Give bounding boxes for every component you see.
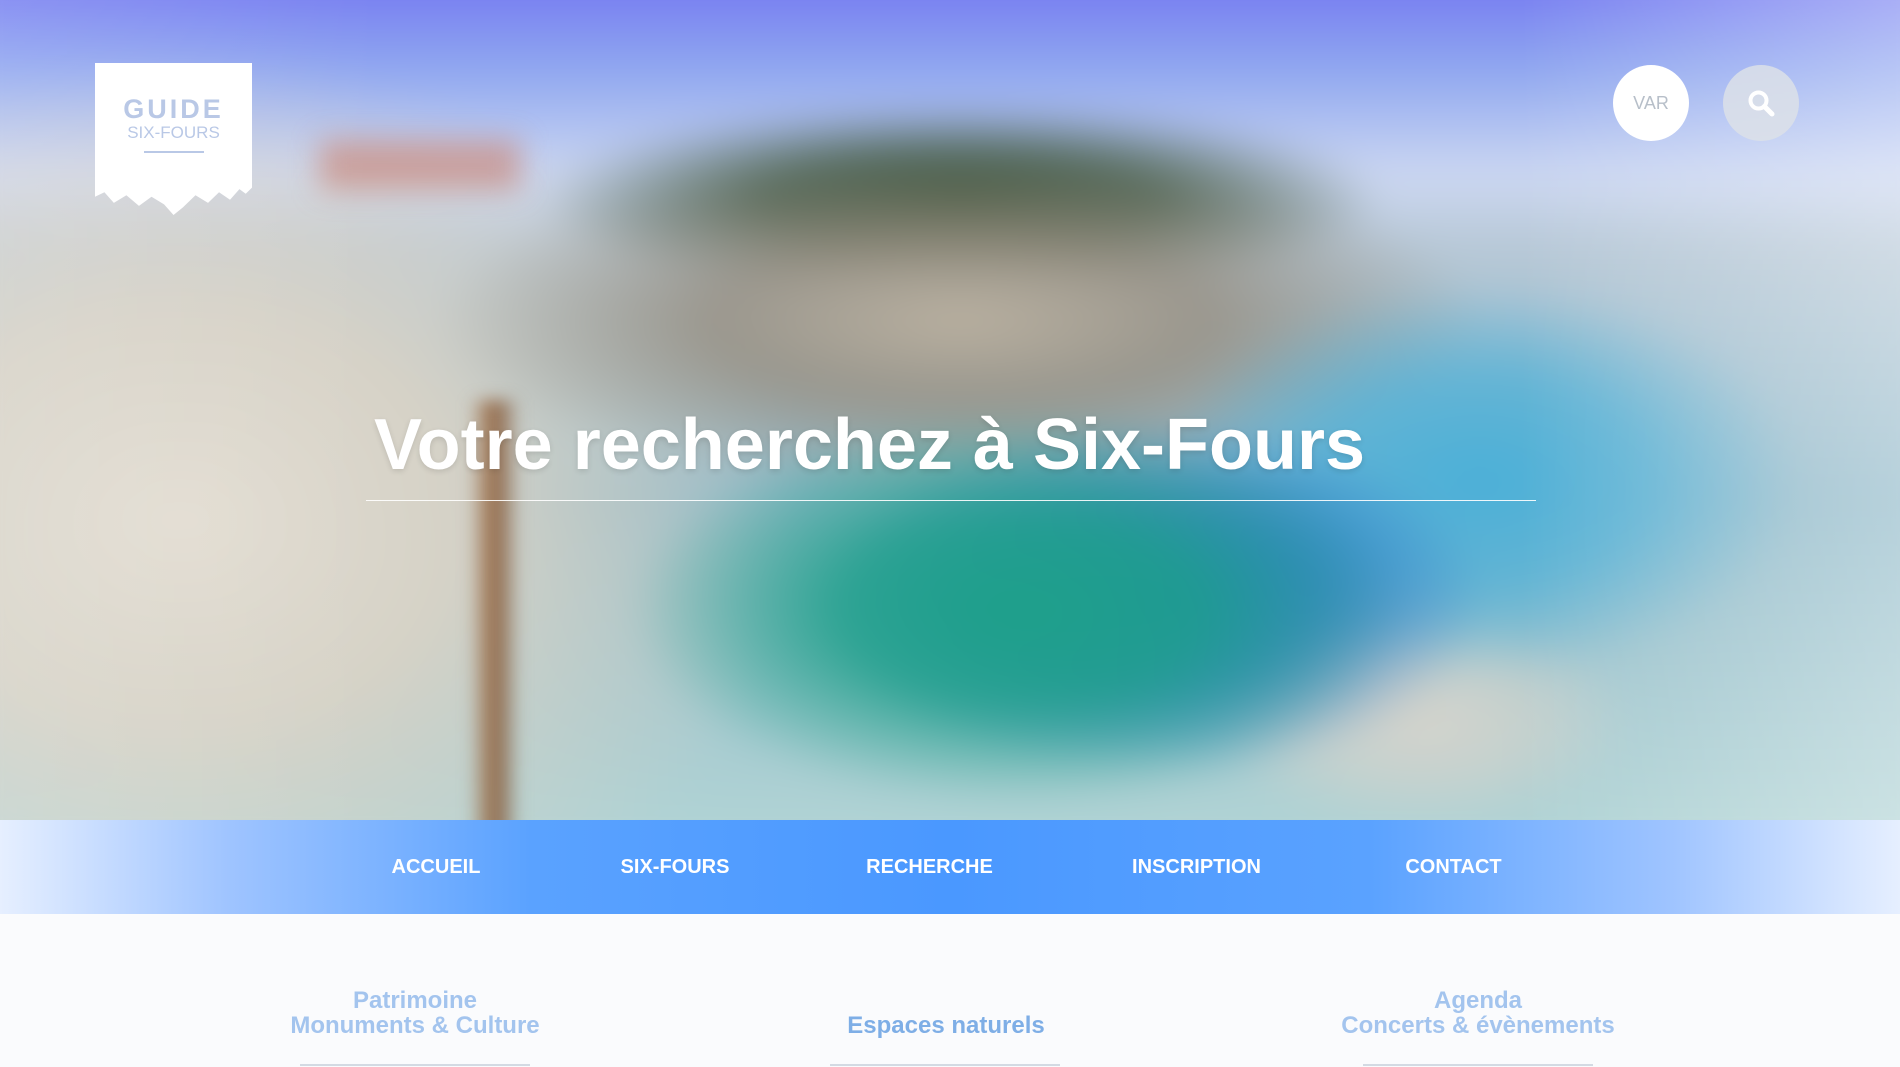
category-agenda[interactable]: Agenda Concerts & évènements bbox=[1278, 988, 1678, 1038]
search-icon bbox=[1748, 90, 1775, 117]
category-subtitle: Concerts & évènements bbox=[1341, 1012, 1615, 1039]
nav-item-contact[interactable]: CONTACT bbox=[1396, 820, 1511, 914]
category-title bbox=[746, 988, 1146, 1013]
search-button[interactable] bbox=[1723, 65, 1799, 141]
category-title: Patrimoine bbox=[352, 987, 478, 1014]
category-espaces-naturels[interactable]: Espaces naturels bbox=[746, 988, 1146, 1038]
category-divider bbox=[830, 1064, 1060, 1066]
category-title: Agenda bbox=[1433, 987, 1522, 1014]
nav-item-recherche[interactable]: RECHERCHE bbox=[862, 820, 997, 914]
nav-item-accueil[interactable]: ACCUEIL bbox=[376, 820, 496, 914]
nav-item-inscription[interactable]: INSCRIPTION bbox=[1124, 820, 1269, 914]
hero-title-divider bbox=[366, 500, 1536, 501]
logo-line-1: GUIDE bbox=[123, 94, 224, 124]
category-patrimoine[interactable]: Patrimoine Monuments & Culture bbox=[215, 988, 615, 1038]
site-logo[interactable]: GUIDE SIX-FOURS bbox=[95, 63, 252, 215]
category-subtitle: Espaces naturels bbox=[847, 1012, 1045, 1039]
category-divider bbox=[300, 1064, 530, 1066]
logo-divider bbox=[143, 151, 204, 153]
main-navigation: ACCUEIL SIX-FOURS RECHERCHE INSCRIPTION … bbox=[0, 820, 1900, 914]
nav-item-six-fours[interactable]: SIX-FOURS bbox=[610, 820, 740, 914]
categories-section: Patrimoine Monuments & Culture Espaces n… bbox=[0, 914, 1900, 1067]
hero-section: GUIDE SIX-FOURS VAR Votre recherchez à S… bbox=[0, 0, 1900, 820]
category-subtitle: Monuments & Culture bbox=[290, 1012, 540, 1039]
logo-line-2: SIX-FOURS bbox=[127, 123, 220, 142]
region-var-button[interactable]: VAR bbox=[1613, 65, 1689, 141]
category-divider bbox=[1363, 1064, 1593, 1066]
hero-title: Votre recherchez à Six-Fours bbox=[374, 405, 1366, 485]
